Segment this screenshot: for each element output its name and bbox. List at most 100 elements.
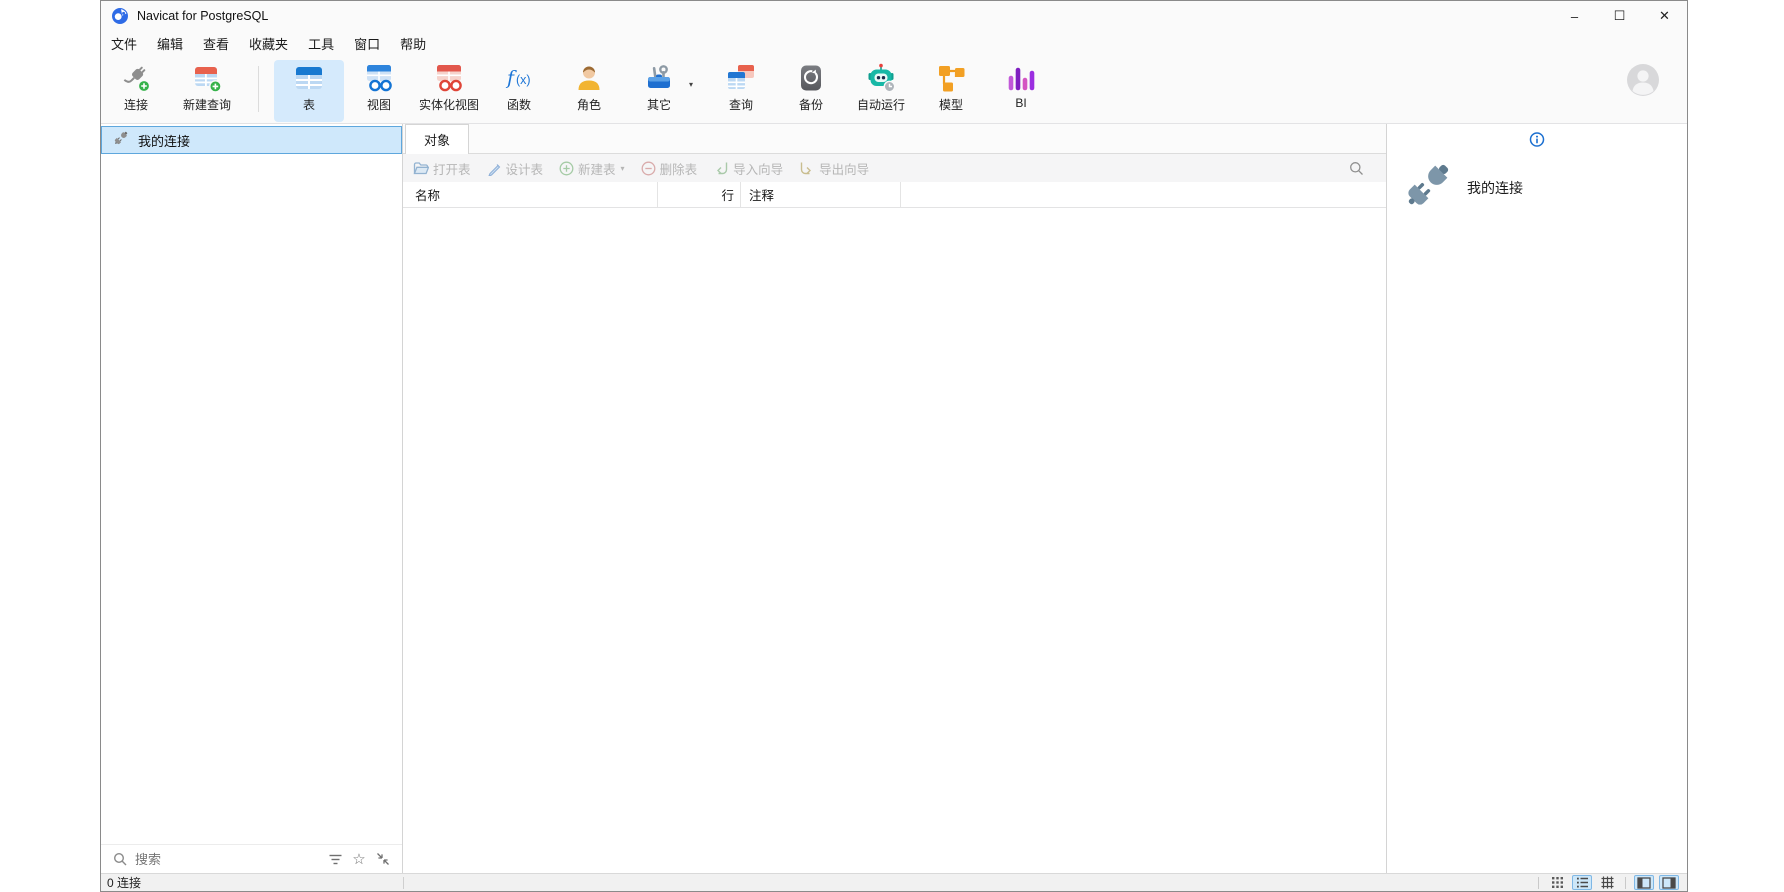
connections-sidebar: 我的连接 ☆ xyxy=(101,124,403,873)
menu-tools[interactable]: 工具 xyxy=(298,31,344,58)
app-window: Navicat for PostgreSQL – ☐ ✕ 文件 编辑 查看 收藏… xyxy=(100,0,1688,892)
pencil-icon xyxy=(487,161,502,176)
toolbar-model-label: 模型 xyxy=(939,96,963,113)
column-header-name[interactable]: 名称 xyxy=(403,182,658,207)
maximize-button[interactable]: ☐ xyxy=(1597,1,1642,31)
toolbar-connection[interactable]: 连接 xyxy=(101,60,171,122)
backup-icon xyxy=(795,62,827,94)
menu-favorites[interactable]: 收藏夹 xyxy=(239,31,298,58)
sidebar-item-my-connection[interactable]: 我的连接 xyxy=(101,126,402,154)
object-list-empty-area xyxy=(403,208,1386,873)
user-avatar[interactable] xyxy=(1625,62,1661,98)
toolbar-function-label: 函数 xyxy=(507,96,531,113)
object-tab-bar: 对象 xyxy=(403,124,1386,154)
sidebar-search-bar: ☆ xyxy=(101,844,402,873)
sidebar-search-input[interactable] xyxy=(135,852,320,867)
info-panel-connection-label: 我的连接 xyxy=(1467,178,1523,198)
menu-view[interactable]: 查看 xyxy=(193,31,239,58)
toolbar-backup-label: 备份 xyxy=(799,96,823,113)
favorites-star-icon[interactable]: ☆ xyxy=(350,850,368,868)
view-icon xyxy=(363,62,395,94)
bi-chart-icon xyxy=(1005,62,1037,94)
toolbar-table-label: 表 xyxy=(303,96,315,113)
collapse-all-icon[interactable] xyxy=(374,850,392,868)
menu-bar: 文件 编辑 查看 收藏夹 工具 窗口 帮助 xyxy=(101,31,1687,58)
new-table-dropdown-caret-icon[interactable]: ▾ xyxy=(621,164,625,173)
toolbar-model[interactable]: 模型 xyxy=(916,60,986,122)
connection-plug-icon xyxy=(120,62,152,94)
menu-edit[interactable]: 编辑 xyxy=(147,31,193,58)
object-toolbar: 打开表 设计表 新建表 ▾ xyxy=(403,154,1386,182)
toggle-left-panel-button[interactable] xyxy=(1634,875,1654,890)
function-icon: f (x) xyxy=(503,62,535,94)
new-query-icon xyxy=(191,62,223,94)
search-icon xyxy=(111,850,129,868)
import-wizard-button[interactable]: 导入向导 xyxy=(713,159,783,178)
materialized-view-icon xyxy=(433,62,465,94)
filter-icon[interactable] xyxy=(326,850,344,868)
others-dropdown-caret-icon[interactable]: ▾ xyxy=(689,80,693,89)
open-table-button[interactable]: 打开表 xyxy=(413,159,471,178)
minimize-button[interactable]: – xyxy=(1552,1,1597,31)
detail-view-button[interactable] xyxy=(1597,875,1617,890)
others-toolbox-icon xyxy=(643,62,675,94)
svg-text:(x): (x) xyxy=(516,73,531,87)
toolbar-backup[interactable]: 备份 xyxy=(776,60,846,122)
menu-help[interactable]: 帮助 xyxy=(390,31,436,58)
menu-file[interactable]: 文件 xyxy=(101,31,147,58)
objects-pane: 对象 打开表 设计表 xyxy=(403,124,1386,873)
role-person-icon xyxy=(573,62,605,94)
info-panel-connection: 我的连接 xyxy=(1399,156,1523,219)
minus-circle-icon xyxy=(641,161,656,176)
table-icon xyxy=(293,62,325,94)
toolbar-separator xyxy=(258,66,259,112)
toolbar-bi-label: BI xyxy=(1015,96,1026,110)
plug-large-icon xyxy=(1399,156,1457,219)
toolbar-query[interactable]: 查询 xyxy=(706,60,776,122)
large-icons-view-button[interactable] xyxy=(1547,875,1567,890)
toolbar-table[interactable]: 表 xyxy=(274,60,344,122)
object-list-header: 名称 行 注释 xyxy=(403,182,1386,208)
toolbar-others-label: 其它 xyxy=(647,96,671,113)
design-table-button[interactable]: 设计表 xyxy=(487,159,544,178)
toolbar-role[interactable]: 角色 xyxy=(554,60,624,122)
query-icon xyxy=(725,62,757,94)
toolbar-function[interactable]: f (x) 函数 xyxy=(484,60,554,122)
column-header-comment[interactable]: 注释 xyxy=(741,182,901,207)
toolbar-bi[interactable]: BI xyxy=(986,60,1056,122)
statusbar-separator xyxy=(1625,877,1626,889)
connection-count: 0 连接 xyxy=(101,874,141,891)
sidebar-connection-label: 我的连接 xyxy=(138,131,190,150)
close-button[interactable]: ✕ xyxy=(1642,1,1687,31)
toolbar-query-label: 查询 xyxy=(729,96,753,113)
toolbar-others[interactable]: ▾ 其它 xyxy=(624,60,694,122)
toolbar-connection-label: 连接 xyxy=(124,96,148,113)
open-folder-icon xyxy=(413,161,429,175)
automation-robot-icon xyxy=(865,62,897,94)
export-arrow-icon xyxy=(799,161,815,176)
export-wizard-button[interactable]: 导出向导 xyxy=(799,159,869,178)
window-title: Navicat for PostgreSQL xyxy=(137,9,268,23)
column-header-rows[interactable]: 行 xyxy=(658,182,741,207)
tab-objects[interactable]: 对象 xyxy=(405,124,469,154)
toolbar-new-query[interactable]: 新建查询 xyxy=(171,60,243,122)
statusbar-view-controls xyxy=(1535,874,1679,891)
toggle-right-panel-button[interactable] xyxy=(1659,875,1679,890)
toolbar-materialized-view-label: 实体化视图 xyxy=(419,96,479,113)
new-table-button[interactable]: 新建表 ▾ xyxy=(559,159,625,178)
list-view-button[interactable] xyxy=(1572,875,1592,890)
sidebar-empty-area xyxy=(101,154,402,844)
info-icon[interactable] xyxy=(1530,132,1545,152)
delete-table-button[interactable]: 删除表 xyxy=(641,159,698,178)
toolbar-new-query-label: 新建查询 xyxy=(183,96,231,113)
main-toolbar: 连接 新建查询 xyxy=(101,58,1687,124)
object-search-icon[interactable] xyxy=(1349,161,1364,176)
info-panel: 我的连接 xyxy=(1386,124,1687,873)
window-controls: – ☐ ✕ xyxy=(1552,1,1687,31)
menu-window[interactable]: 窗口 xyxy=(344,31,390,58)
toolbar-materialized-view[interactable]: 实体化视图 xyxy=(414,60,484,122)
toolbar-automation[interactable]: 自动运行 xyxy=(846,60,916,122)
toolbar-view[interactable]: 视图 xyxy=(344,60,414,122)
statusbar-divider xyxy=(403,877,404,889)
navicat-logo-icon xyxy=(111,7,129,25)
